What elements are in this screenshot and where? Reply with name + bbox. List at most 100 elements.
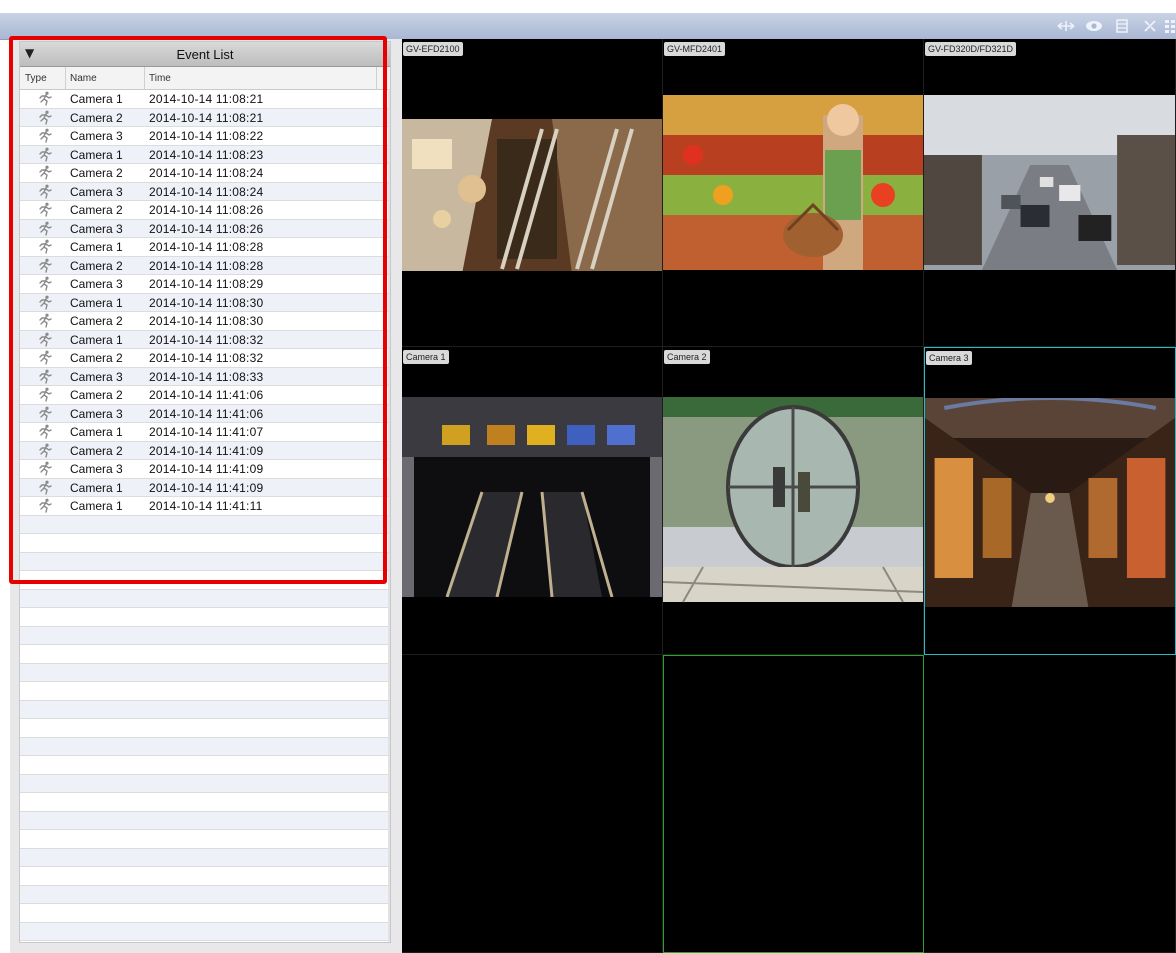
camera-view[interactable]: Camera 2: [663, 347, 924, 655]
event-list-header[interactable]: ▼ Event List: [20, 42, 390, 67]
event-time: 2014-10-14 11:08:32: [149, 351, 264, 365]
camera-view[interactable]: Camera 1: [402, 347, 663, 655]
empty-row: [20, 922, 390, 941]
event-camera-name: Camera 1: [70, 147, 123, 162]
column-headers: Type Name Time: [20, 67, 390, 90]
event-camera-name: Camera 1: [70, 295, 123, 310]
event-camera-name: Camera 2: [70, 258, 123, 273]
resize-arrows-icon[interactable]: [1052, 13, 1080, 39]
table-row[interactable]: Camera 1 2014-10-14 11:08:21: [20, 90, 390, 109]
empty-row: [20, 682, 390, 701]
table-row[interactable]: Camera 2 2014-10-14 11:41:06: [20, 386, 390, 405]
event-time: 2014-10-14 11:08:21: [149, 110, 264, 125]
motion-runner-icon: [37, 461, 53, 476]
empty-row: [20, 904, 390, 923]
event-time: 2014-10-14 11:08:28: [149, 258, 264, 273]
tools-icon[interactable]: [1136, 13, 1164, 39]
table-row[interactable]: Camera 1 2014-10-14 11:08:23: [20, 145, 390, 164]
empty-row: [20, 774, 390, 793]
event-list-panel: ▼ Event List Type Name Time Camera 1 2014…: [10, 39, 402, 953]
event-rows: Camera 1 2014-10-14 11:08:21 Camera 2 2014-…: [20, 90, 390, 941]
table-row[interactable]: Camera 2 2014-10-14 11:08:30: [20, 312, 390, 331]
event-camera-name: Camera 3: [70, 369, 123, 384]
event-camera-name: Camera 2: [70, 110, 123, 125]
camera-view[interactable]: [924, 655, 1176, 953]
column-header-time[interactable]: Time: [149, 73, 171, 84]
table-row[interactable]: Camera 3 2014-10-14 11:08:29: [20, 275, 390, 294]
film-icon[interactable]: [1108, 13, 1136, 39]
column-header-name[interactable]: Name: [70, 73, 97, 84]
motion-runner-icon: [37, 295, 53, 310]
empty-row: [20, 700, 390, 719]
camera-label: GV-MFD2401: [664, 42, 726, 56]
table-row[interactable]: Camera 2 2014-10-14 11:08:24: [20, 164, 390, 183]
table-row[interactable]: Camera 1 2014-10-14 11:41:07: [20, 423, 390, 442]
table-row[interactable]: Camera 3 2014-10-14 11:08:24: [20, 182, 390, 201]
empty-row: [20, 830, 390, 849]
event-time: 2014-10-14 11:41:09: [149, 443, 264, 458]
motion-runner-icon: [37, 128, 53, 143]
table-row[interactable]: Camera 3 2014-10-14 11:41:06: [20, 404, 390, 423]
motion-runner-icon: [37, 498, 53, 513]
event-time: 2014-10-14 11:41:11: [149, 499, 263, 513]
table-row[interactable]: Camera 2 2014-10-14 11:08:32: [20, 349, 390, 368]
camera-feed-image: [663, 397, 923, 604]
camera-feed-image: [925, 398, 1175, 607]
empty-row: [20, 756, 390, 775]
table-row[interactable]: Camera 1 2014-10-14 11:41:11: [20, 497, 390, 516]
scrollbar[interactable]: [388, 89, 390, 942]
event-time: 2014-10-14 11:08:26: [149, 221, 264, 236]
motion-runner-icon: [37, 480, 53, 495]
camera-view[interactable]: [402, 655, 663, 953]
event-time: 2014-10-14 11:41:06: [149, 388, 264, 402]
table-row[interactable]: Camera 3 2014-10-14 11:08:33: [20, 367, 390, 386]
empty-row: [20, 626, 390, 645]
camera-view[interactable]: GV-FD320D/FD321D: [924, 39, 1176, 347]
empty-row: [20, 515, 390, 534]
empty-row: [20, 848, 390, 867]
table-row[interactable]: Camera 3 2014-10-14 11:41:09: [20, 460, 390, 479]
event-camera-name: Camera 1: [70, 240, 123, 254]
table-row[interactable]: Camera 1 2014-10-14 11:41:09: [20, 478, 390, 497]
motion-runner-icon: [37, 202, 53, 217]
camera-view[interactable]: Camera 3: [924, 347, 1176, 655]
camera-feed-image: [402, 119, 662, 271]
camera-label: Camera 1: [403, 350, 449, 364]
event-camera-name: Camera 3: [70, 184, 123, 199]
camera-view[interactable]: GV-MFD2401: [663, 39, 924, 347]
table-row[interactable]: Camera 2 2014-10-14 11:08:21: [20, 108, 390, 127]
motion-runner-icon: [37, 424, 53, 439]
camera-grid: GV-EFD2100 GV-MFD2401 GV-FD320D/FD321D Came…: [402, 39, 1176, 953]
table-row[interactable]: Camera 1 2014-10-14 11:08:30: [20, 293, 390, 312]
table-row[interactable]: Camera 2 2014-10-14 11:08:28: [20, 256, 390, 275]
table-row[interactable]: Camera 1 2014-10-14 11:08:32: [20, 330, 390, 349]
column-header-type[interactable]: Type: [25, 73, 47, 84]
table-row[interactable]: Camera 3 2014-10-14 11:08:22: [20, 127, 390, 146]
eye-icon[interactable]: [1080, 13, 1108, 39]
event-camera-name: Camera 3: [70, 277, 123, 291]
table-row[interactable]: Camera 2 2014-10-14 11:41:09: [20, 441, 390, 460]
table-row[interactable]: Camera 2 2014-10-14 11:08:26: [20, 201, 390, 220]
empty-row: [20, 534, 390, 553]
motion-runner-icon: [37, 369, 53, 384]
event-camera-name: Camera 1: [70, 480, 123, 495]
event-time: 2014-10-14 11:08:32: [149, 332, 264, 347]
camera-view[interactable]: [663, 655, 924, 953]
camera-view[interactable]: GV-EFD2100: [402, 39, 663, 347]
event-camera-name: Camera 1: [70, 499, 123, 513]
table-row[interactable]: Camera 3 2014-10-14 11:08:26: [20, 219, 390, 238]
empty-row: [20, 571, 390, 590]
empty-row: [20, 719, 390, 738]
camera-feed-image: [663, 95, 923, 270]
event-time: 2014-10-14 11:41:07: [149, 425, 264, 439]
event-camera-name: Camera 2: [70, 351, 123, 365]
camera-feed-image: [402, 397, 662, 597]
table-row[interactable]: Camera 1 2014-10-14 11:08:28: [20, 238, 390, 257]
motion-runner-icon: [37, 221, 53, 236]
motion-runner-icon: [37, 387, 53, 402]
event-time: 2014-10-14 11:08:26: [149, 203, 264, 217]
grid-layout-icon[interactable]: [1164, 13, 1176, 39]
camera-label: GV-FD320D/FD321D: [925, 42, 1017, 56]
event-camera-name: Camera 2: [70, 314, 123, 328]
event-time: 2014-10-14 11:41:06: [149, 406, 264, 421]
